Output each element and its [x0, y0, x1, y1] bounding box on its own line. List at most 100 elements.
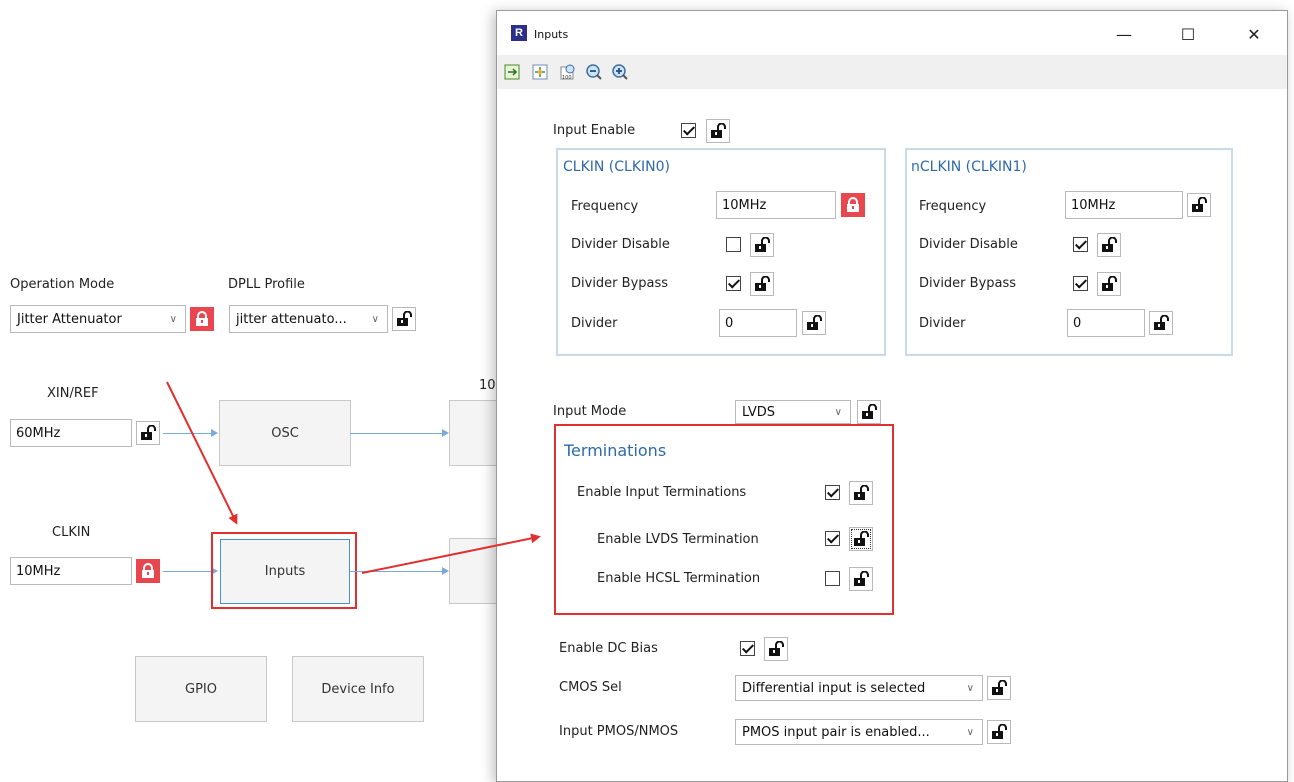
- enable-hcsl-termination-checkbox[interactable]: [825, 571, 840, 586]
- lock-open-icon[interactable]: [857, 400, 881, 424]
- toolbar: 100: [497, 55, 1287, 89]
- lock-open-icon[interactable]: [136, 421, 160, 445]
- input-enable-label: Input Enable: [553, 123, 636, 138]
- chevron-down-icon: ∨: [169, 313, 177, 325]
- enable-dc-bias-label: Enable DC Bias: [559, 641, 658, 656]
- input-mode-select[interactable]: LVDS ∨: [735, 400, 851, 424]
- clkin0-divider-disable-label: Divider Disable: [571, 237, 670, 252]
- gpio-label: GPIO: [185, 681, 217, 697]
- clkin0-title: CLKIN (CLKIN0): [563, 159, 670, 175]
- enable-input-terminations-checkbox[interactable]: [825, 485, 840, 500]
- clkin0-frequency-input[interactable]: 10MHz: [716, 191, 836, 219]
- cmos-sel-value: Differential input is selected: [742, 680, 926, 696]
- app-icon: R: [511, 25, 527, 41]
- input-mode-label: Input Mode: [553, 404, 627, 419]
- clkin1-divider-input[interactable]: 0: [1067, 309, 1145, 337]
- device-info-block[interactable]: Device Info: [292, 656, 424, 722]
- lock-open-icon[interactable]: [849, 527, 873, 551]
- lock-open-icon[interactable]: [764, 637, 788, 661]
- lock-open-icon[interactable]: [750, 233, 774, 257]
- gpio-block[interactable]: GPIO: [135, 656, 267, 722]
- input-pmos-nmos-value: PMOS input pair is enabled...: [742, 724, 930, 740]
- chevron-down-icon: ∨: [966, 726, 974, 738]
- operation-mode-select[interactable]: Jitter Attenuator ∨: [10, 305, 186, 333]
- lock-open-icon[interactable]: [987, 676, 1011, 700]
- chevron-down-icon: ∨: [834, 406, 842, 418]
- window-title: Inputs: [534, 28, 569, 41]
- chevron-down-icon: ∨: [966, 682, 974, 694]
- input-enable-checkbox[interactable]: [681, 123, 696, 138]
- zoom-100-icon[interactable]: 100: [559, 63, 577, 81]
- clkin0-divider-label: Divider: [571, 316, 618, 331]
- connector-wire: [163, 571, 211, 572]
- clkin1-frequency-label: Frequency: [919, 199, 987, 214]
- lock-open-icon[interactable]: [750, 272, 774, 296]
- clkin0-divider-disable-checkbox[interactable]: [726, 237, 741, 252]
- clkin0-divider-bypass-checkbox[interactable]: [726, 276, 741, 291]
- svg-text:100: 100: [562, 75, 572, 81]
- lock-closed-icon[interactable]: [136, 559, 160, 583]
- zoom-in-icon[interactable]: [611, 63, 629, 81]
- enable-hcsl-termination-label: Enable HCSL Termination: [597, 571, 761, 586]
- connector-arrow: [442, 429, 449, 437]
- lock-open-icon[interactable]: [706, 119, 730, 143]
- input-pmos-nmos-label: Input PMOS/NMOS: [559, 724, 679, 739]
- xin-ref-input[interactable]: 60MHz: [10, 419, 132, 447]
- lock-closed-icon[interactable]: [841, 193, 865, 217]
- zoom-out-icon[interactable]: [585, 63, 603, 81]
- enable-input-terminations-label: Enable Input Terminations: [577, 485, 747, 500]
- osc-label: OSC: [271, 425, 299, 441]
- inputs-block[interactable]: Inputs: [220, 539, 350, 604]
- maximize-button[interactable]: ☐: [1165, 17, 1211, 51]
- connector-wire: [163, 433, 211, 434]
- dpll-profile-label: DPLL Profile: [228, 277, 305, 292]
- clkin-label: CLKIN: [52, 525, 91, 540]
- clkin1-divider-bypass-label: Divider Bypass: [919, 276, 1017, 291]
- device-info-label: Device Info: [321, 681, 395, 697]
- lock-open-icon[interactable]: [1097, 272, 1121, 296]
- clkin1-frequency-input[interactable]: 10MHz: [1065, 191, 1183, 219]
- input-mode-value: LVDS: [742, 404, 775, 420]
- clkin0-frequency-label: Frequency: [571, 199, 639, 214]
- connector-wire: [350, 571, 442, 572]
- enable-lvds-termination-label: Enable LVDS Termination: [597, 532, 759, 547]
- inputs-dialog: R Inputs — ☐ ✕ 100 Input Enable CLKIN (C…: [496, 10, 1288, 782]
- lock-open-icon[interactable]: [802, 311, 826, 335]
- operation-mode-value: Jitter Attenuator: [17, 311, 122, 327]
- close-button[interactable]: ✕: [1231, 17, 1277, 51]
- center-icon[interactable]: [531, 63, 549, 81]
- lock-open-icon[interactable]: [849, 481, 873, 505]
- minimize-button[interactable]: —: [1101, 17, 1147, 51]
- connector-wire: [350, 433, 442, 434]
- dpll-profile-value: jitter attenuato...: [236, 311, 347, 327]
- clkin1-title: nCLKIN (CLKIN1): [911, 159, 1027, 175]
- connector-arrow: [211, 429, 218, 437]
- clkin-input[interactable]: 10MHz: [10, 557, 132, 585]
- clkin0-divider-input[interactable]: 0: [719, 309, 797, 337]
- lock-open-icon[interactable]: [1187, 193, 1211, 217]
- dpll-profile-select[interactable]: jitter attenuato... ∨: [229, 305, 388, 333]
- lock-open-icon[interactable]: [392, 307, 416, 331]
- clkin1-divider-disable-checkbox[interactable]: [1073, 237, 1088, 252]
- operation-mode-label: Operation Mode: [10, 277, 115, 292]
- title-bar[interactable]: R Inputs — ☐ ✕: [497, 11, 1287, 55]
- enable-dc-bias-checkbox[interactable]: [740, 641, 755, 656]
- lock-open-icon[interactable]: [987, 720, 1011, 744]
- xin-ref-label: XIN/REF: [47, 386, 99, 401]
- clkin1-divider-disable-label: Divider Disable: [919, 237, 1018, 252]
- lock-open-icon[interactable]: [1149, 311, 1173, 335]
- osc-block[interactable]: OSC: [219, 400, 351, 466]
- connector-arrow: [442, 567, 449, 575]
- lock-closed-icon[interactable]: [190, 307, 214, 331]
- clkin1-divider-label: Divider: [919, 316, 966, 331]
- clkin1-divider-bypass-checkbox[interactable]: [1073, 276, 1088, 291]
- input-pmos-nmos-select[interactable]: PMOS input pair is enabled... ∨: [735, 719, 983, 745]
- cmos-sel-label: CMOS Sel: [559, 680, 622, 695]
- lock-open-icon[interactable]: [849, 567, 873, 591]
- lock-open-icon[interactable]: [1097, 233, 1121, 257]
- clkin0-divider-bypass-label: Divider Bypass: [571, 276, 669, 291]
- enable-lvds-termination-checkbox[interactable]: [825, 531, 840, 546]
- cmos-sel-select[interactable]: Differential input is selected ∨: [735, 675, 983, 701]
- fit-page-icon[interactable]: [503, 63, 521, 81]
- chevron-down-icon: ∨: [371, 313, 379, 325]
